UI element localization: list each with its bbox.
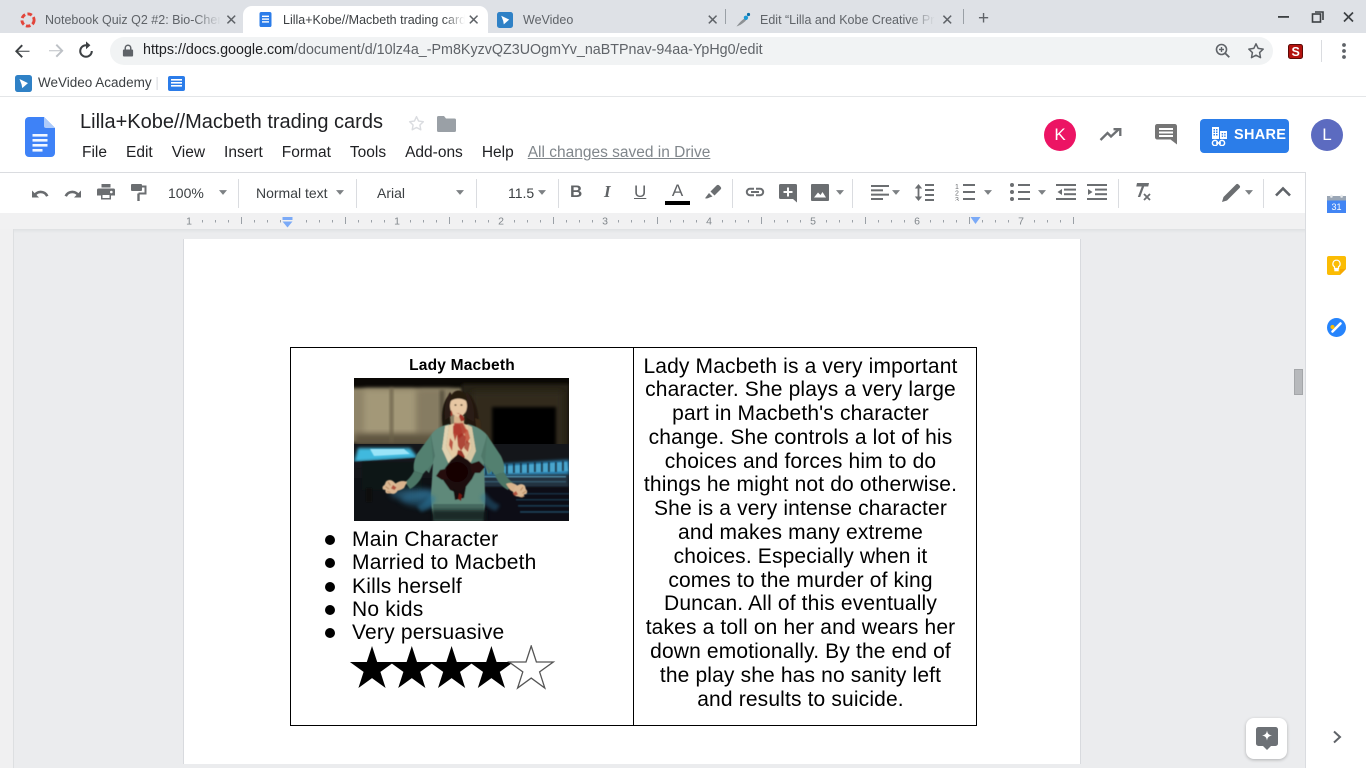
svg-text:6: 6 — [914, 216, 920, 228]
svg-text:4: 4 — [706, 216, 712, 228]
svg-text:2: 2 — [498, 216, 504, 228]
svg-text:3: 3 — [602, 216, 608, 228]
svg-text:31: 31 — [1331, 202, 1341, 212]
svg-text:1: 1 — [394, 216, 400, 228]
svg-text:1: 1 — [186, 216, 192, 228]
svg-text:3: 3 — [955, 197, 959, 201]
svg-text:5: 5 — [810, 216, 816, 228]
svg-text:7: 7 — [1018, 216, 1024, 228]
